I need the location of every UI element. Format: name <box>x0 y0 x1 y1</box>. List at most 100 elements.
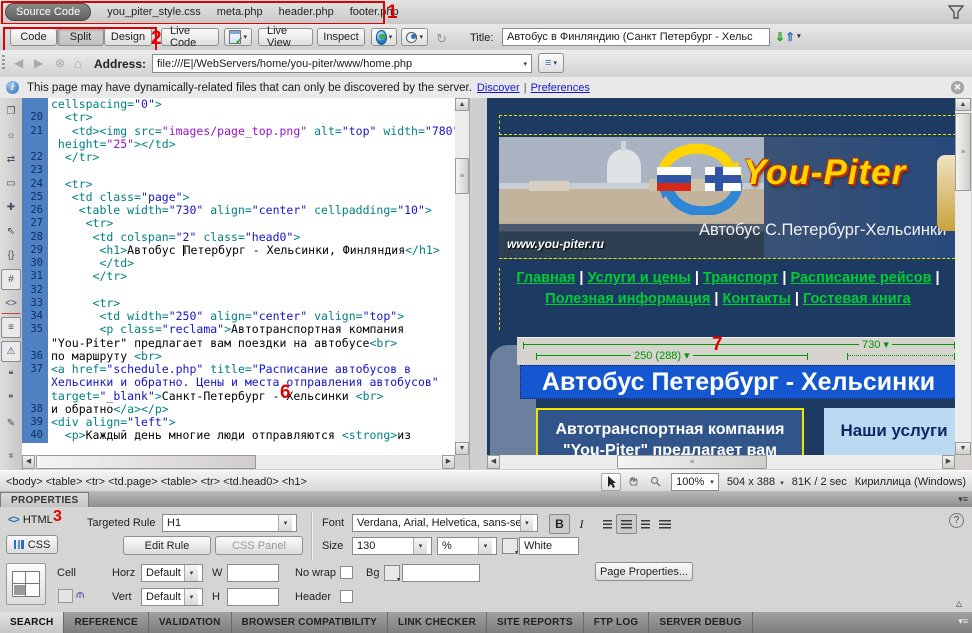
stop-icon[interactable]: ⊗ <box>55 56 65 70</box>
nav-link[interactable]: Гостевая книга <box>803 291 911 307</box>
view-options-button[interactable]: ≡▾ <box>538 53 564 73</box>
highlight-invalid-code-icon[interactable]: <> <box>1 293 21 314</box>
recent-snippets-icon[interactable]: » <box>1 446 22 466</box>
header-checkbox[interactable] <box>340 590 353 603</box>
results-tab-ftp-log[interactable]: FTP LOG <box>584 612 650 633</box>
toolbar-drag-handle[interactable] <box>2 55 5 71</box>
visual-aids-button[interactable]: ▾ <box>401 28 428 46</box>
scroll-right-icon[interactable]: ▶ <box>442 455 455 469</box>
horz-select[interactable]: Default▾ <box>141 564 203 582</box>
no-wrap-checkbox[interactable] <box>340 566 353 579</box>
discover-link[interactable]: Discover <box>477 82 520 94</box>
home-icon[interactable]: ⌂ <box>74 56 82 71</box>
results-tab-site-reports[interactable]: SITE REPORTS <box>487 612 584 633</box>
magnification-select[interactable]: 100%▾ <box>671 473 719 491</box>
align-left-button[interactable] <box>597 514 618 534</box>
inspect-button[interactable]: Inspect <box>317 28 365 46</box>
title-input[interactable]: Автобус в Финляндию (Санкт Петербург - Х… <box>502 28 770 46</box>
bg-color-input[interactable] <box>402 564 480 582</box>
check-browser-compatibility-button[interactable]: ▾ <box>224 28 252 46</box>
expand-all-icon[interactable]: ✚ <box>1 197 21 218</box>
results-tab-search[interactable]: SEARCH <box>0 612 64 633</box>
targeted-rule-select[interactable]: H1▾ <box>162 514 297 532</box>
nav-link[interactable]: Транспорт <box>703 270 778 286</box>
scroll-left-icon[interactable]: ◀ <box>22 455 35 469</box>
live-code-button[interactable]: Live Code <box>161 28 219 46</box>
close-info-bar-icon[interactable]: ✕ <box>951 81 964 94</box>
results-panel-menu-icon[interactable]: ▾≡ <box>958 616 968 627</box>
merge-cells-icon[interactable] <box>58 589 73 603</box>
line-numbers-icon[interactable]: # <box>1 269 21 290</box>
code-editor[interactable]: cellspacing="0">20 <tr>21 <td><img src="… <box>22 98 455 455</box>
promo-text-cell[interactable]: Автотранспортная компания "You-Piter" пр… <box>536 408 804 455</box>
w-input[interactable] <box>227 564 279 582</box>
scroll-down-icon[interactable]: ▼ <box>455 442 469 455</box>
text-color-input[interactable]: White <box>519 537 579 555</box>
nav-link[interactable]: Контакты <box>723 291 791 307</box>
hand-tool-icon[interactable] <box>623 473 643 491</box>
address-input[interactable]: file:///E|/WebServers/home/you-piter/www… <box>152 54 532 73</box>
bold-button[interactable]: B <box>549 514 570 534</box>
css-mode-button[interactable]: CSS <box>6 535 58 554</box>
format-source-code-icon[interactable]: ✎ <box>1 413 21 434</box>
scroll-up-icon[interactable]: ▲ <box>455 98 469 111</box>
select-parent-tag-icon[interactable]: ⇖ <box>1 221 21 242</box>
scroll-right-icon[interactable]: ▶ <box>942 455 955 469</box>
collapse-full-tag-icon[interactable]: ⇄ <box>1 149 21 170</box>
syntax-error-alerts-icon[interactable]: ⚠ <box>1 341 21 362</box>
file-get-put-icon[interactable]: ⇓⇑▾ <box>775 31 801 43</box>
edit-rule-button[interactable]: Edit Rule <box>123 536 211 555</box>
bg-color-swatch[interactable] <box>384 565 400 581</box>
split-view-divider[interactable] <box>469 98 488 470</box>
word-wrap-icon[interactable]: ≡ <box>1 317 21 338</box>
design-horizontal-scrollbar[interactable]: ◀ ≡ ▶ <box>487 455 955 469</box>
vert-select[interactable]: Default▾ <box>141 588 203 606</box>
preview-in-browser-button[interactable]: ▾ <box>371 28 397 46</box>
panel-menu-icon[interactable]: ▾≡ <box>958 494 968 505</box>
forward-icon[interactable]: ▶ <box>34 56 43 70</box>
properties-tab[interactable]: PROPERTIES <box>0 492 89 508</box>
align-center-button[interactable] <box>616 514 637 534</box>
size-unit-select[interactable]: %▾ <box>437 537 497 555</box>
results-tab-server-debug[interactable]: SERVER DEBUG <box>649 612 752 633</box>
nav-link[interactable]: Главная <box>516 270 575 286</box>
h-input[interactable] <box>227 588 279 606</box>
results-tab-reference[interactable]: REFERENCE <box>64 612 148 633</box>
page-properties-button[interactable]: Page Properties... <box>595 562 693 581</box>
preferences-link[interactable]: Preferences <box>531 82 590 94</box>
code-horizontal-scrollbar[interactable]: ◀ ▶ <box>22 455 455 469</box>
remove-comment-icon[interactable]: ❞ <box>1 389 21 410</box>
window-size-select[interactable]: 504 x 388 ▾ <box>727 476 784 488</box>
column-width-730-menu[interactable]: 730 ▾ <box>859 338 892 351</box>
live-view-button[interactable]: Live View <box>258 28 313 46</box>
results-tab-link-checker[interactable]: LINK CHECKER <box>388 612 487 633</box>
collapse-panel-icon[interactable]: △ <box>956 599 962 608</box>
scroll-left-icon[interactable]: ◀ <box>487 455 500 469</box>
column-width-250-menu[interactable]: 250 (288) ▾ <box>631 349 693 362</box>
css-panel-button[interactable]: CSS Panel <box>215 536 303 555</box>
page-heading-h1[interactable]: Автобус Петербург - Хельсинки <box>520 365 955 399</box>
nav-link[interactable]: Расписание рейсов <box>790 270 931 286</box>
nav-link[interactable]: Полезная информация <box>545 291 710 307</box>
results-tab-browser-compatibility[interactable]: BROWSER COMPATIBILITY <box>232 612 389 633</box>
code-navigator-icon[interactable]: ☼ <box>1 125 21 146</box>
open-documents-icon[interactable]: ❐ <box>1 101 21 122</box>
results-tab-validation[interactable]: VALIDATION <box>149 612 232 633</box>
design-view[interactable]: You-Piter Автобус С.Петербург-Хельсинки … <box>487 98 955 455</box>
design-vertical-scrollbar[interactable]: ▲ ≡ ▼ <box>955 98 971 455</box>
font-select[interactable]: Verdana, Arial, Helvetica, sans-serif▾ <box>352 514 538 532</box>
apply-comment-icon[interactable]: ❝ <box>1 365 21 386</box>
refresh-icon[interactable]: ↻ <box>436 31 447 47</box>
balance-braces-icon[interactable]: {} <box>1 245 21 266</box>
text-color-swatch[interactable] <box>502 538 518 554</box>
zoom-tool-icon[interactable] <box>645 473 665 491</box>
help-icon[interactable]: ? <box>949 513 964 528</box>
nav-link[interactable]: Услуги и цены <box>587 270 690 286</box>
tag-selector[interactable]: <body> <table> <tr> <td.page> <table> <t… <box>6 476 307 488</box>
split-cell-icon[interactable]: ⫙ <box>76 587 84 602</box>
scroll-up-icon[interactable]: ▲ <box>955 98 971 111</box>
html-mode-button[interactable]: <> HTML <box>8 514 53 526</box>
collapse-selection-icon[interactable]: ▭ <box>1 173 21 194</box>
justify-button[interactable] <box>654 514 675 534</box>
size-select[interactable]: 130▾ <box>352 537 432 555</box>
